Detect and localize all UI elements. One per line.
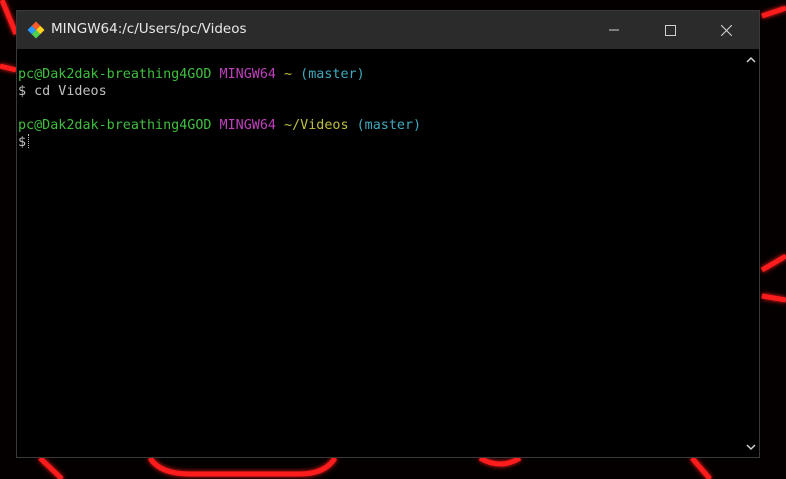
minimize-icon xyxy=(609,29,619,31)
text-cursor xyxy=(28,134,30,148)
close-icon xyxy=(720,24,732,36)
prompt-symbol: $ xyxy=(18,84,27,99)
prompt-system: MINGW64 xyxy=(219,67,276,82)
command-text: cd Videos xyxy=(34,84,107,99)
terminal-window: MINGW64:/c/Users/pc/Videos pc@Dak2dak-br… xyxy=(16,10,760,458)
vertical-scrollbar[interactable] xyxy=(743,49,759,457)
maximize-icon xyxy=(664,24,676,36)
prompt-user-host: pc@Dak2dak-breathing4GOD xyxy=(18,118,212,133)
prompt-line: pc@Dak2dak-breathing4GOD MINGW64 ~/Video… xyxy=(18,117,743,134)
chevron-up-icon[interactable] xyxy=(746,56,756,63)
command-line: $ cd Videos xyxy=(18,83,743,100)
prompt-system: MINGW64 xyxy=(219,118,276,133)
git-bash-icon xyxy=(27,21,45,39)
prompt-symbol: $ xyxy=(18,135,27,150)
title-bar[interactable]: MINGW64:/c/Users/pc/Videos xyxy=(17,11,759,49)
prompt-branch: (master) xyxy=(356,118,422,133)
prompt-path: ~ xyxy=(284,67,293,82)
terminal-output[interactable]: pc@Dak2dak-breathing4GOD MINGW64 ~ (mast… xyxy=(17,49,743,457)
prompt-line: pc@Dak2dak-breathing4GOD MINGW64 ~ (mast… xyxy=(18,66,743,83)
prompt-path: ~/Videos xyxy=(284,118,349,133)
window-title: MINGW64:/c/Users/pc/Videos xyxy=(51,21,247,37)
input-line[interactable]: $ xyxy=(18,134,743,151)
minimize-button[interactable] xyxy=(591,11,637,49)
close-button[interactable] xyxy=(703,11,749,49)
prompt-branch: (master) xyxy=(300,67,365,82)
chevron-down-icon[interactable] xyxy=(746,444,756,451)
maximize-button[interactable] xyxy=(647,11,693,49)
prompt-user-host: pc@Dak2dak-breathing4GOD xyxy=(18,67,212,82)
